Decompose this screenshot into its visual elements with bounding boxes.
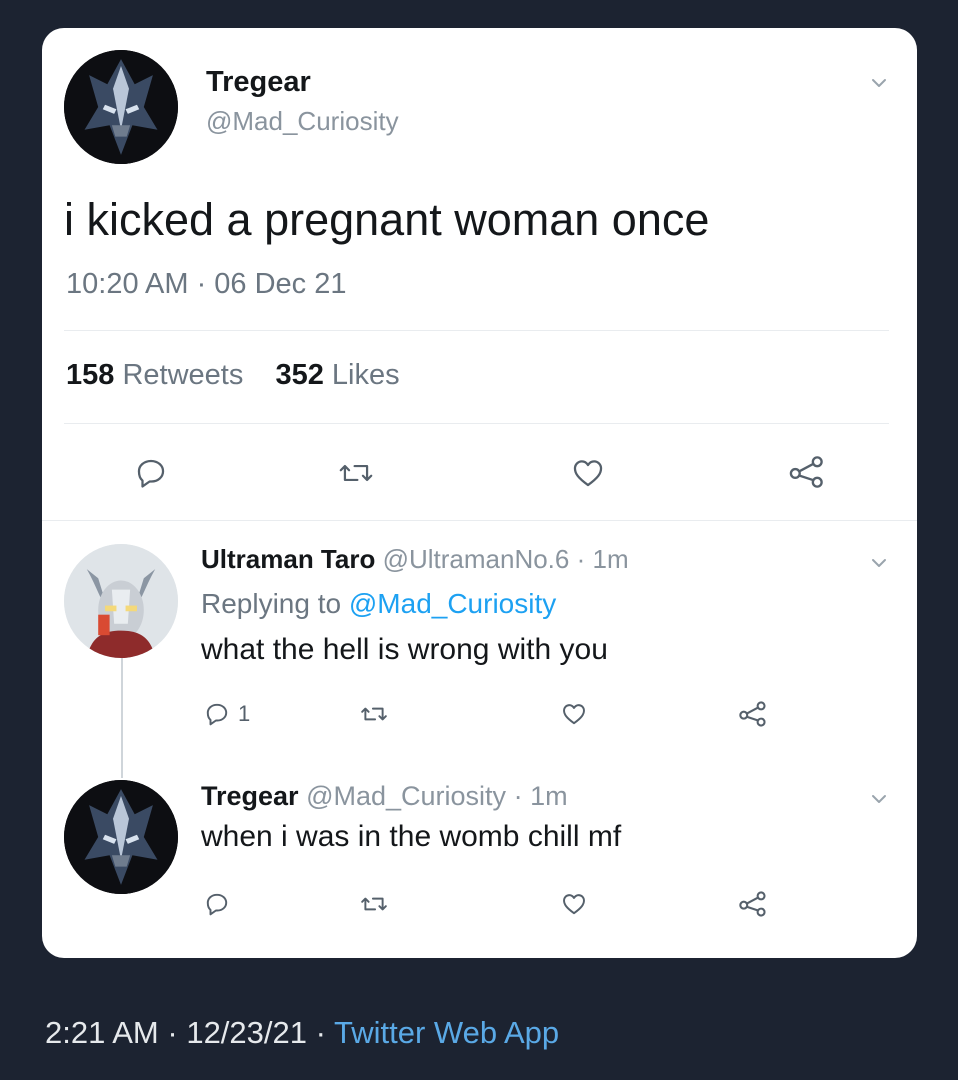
footer-date: 12/23/21: [186, 1015, 307, 1050]
footer-time: 2:21 AM: [45, 1015, 159, 1050]
replying-to-label: Replying to: [201, 588, 342, 619]
retweet-icon: [361, 897, 387, 911]
likes-stat[interactable]: 352 Likes: [275, 359, 399, 391]
avatar-image: [64, 780, 178, 894]
retweet-icon: [361, 707, 387, 721]
chevron-down-icon[interactable]: [870, 790, 888, 808]
reply-author-name[interactable]: Ultraman Taro: [201, 544, 375, 574]
reply-icon: [137, 459, 165, 488]
retweet-icon: [339, 464, 373, 482]
reply-button[interactable]: [204, 891, 230, 917]
heart-icon: [573, 460, 603, 487]
reply-time[interactable]: 1m: [593, 544, 629, 574]
heart-icon: [563, 894, 585, 915]
avatar[interactable]: [64, 544, 178, 658]
chevron-down-icon[interactable]: [870, 74, 888, 92]
author-handle[interactable]: @Mad_Curiosity: [206, 106, 399, 137]
reply-author-handle[interactable]: @UltramanNo.6: [383, 544, 570, 574]
thread-connector: [121, 656, 123, 778]
share-icon: [739, 891, 766, 917]
share-button[interactable]: [788, 454, 826, 490]
avatar-image: [64, 50, 178, 164]
avatar-image: [64, 544, 178, 658]
share-button[interactable]: [738, 890, 768, 918]
likes-label: Likes: [331, 359, 400, 391]
reply-button[interactable]: 1: [204, 701, 250, 727]
reply-button[interactable]: [134, 456, 168, 490]
retweets-label: Retweets: [122, 359, 244, 391]
author-name[interactable]: Tregear: [206, 66, 311, 99]
reply-text: what the hell is wrong with you: [201, 633, 608, 666]
tweet-text: i kicked a pregnant woman once: [64, 194, 710, 245]
tweet-stats: 158 Retweets 352 Likes: [66, 359, 400, 392]
separator: ·: [513, 781, 523, 811]
share-icon: [739, 701, 766, 727]
retweet-button[interactable]: [338, 456, 374, 490]
retweets-count: 158: [66, 359, 115, 391]
reply-icon: [206, 893, 228, 916]
avatar[interactable]: [64, 780, 178, 894]
like-button[interactable]: [560, 891, 588, 917]
retweet-button[interactable]: [360, 891, 388, 917]
reply-text: when i was in the womb chill mf: [201, 820, 622, 853]
retweet-button[interactable]: [360, 701, 388, 727]
chevron-down-icon[interactable]: [870, 554, 888, 572]
avatar[interactable]: [64, 50, 178, 164]
separator: ·: [315, 1015, 326, 1050]
heart-icon: [563, 704, 585, 725]
reply-author-handle[interactable]: @Mad_Curiosity: [306, 781, 506, 811]
reply-author-name[interactable]: Tregear: [201, 781, 299, 811]
tweet-footer: 2:21 AM · 12/23/21 · Twitter Web App: [45, 1015, 559, 1051]
reply-time[interactable]: 1m: [530, 781, 568, 811]
share-icon: [789, 456, 823, 488]
retweets-stat[interactable]: 158 Retweets: [66, 359, 243, 391]
tweet-timestamp[interactable]: 10:20 AM · 06 Dec 21: [66, 268, 347, 301]
separator: ·: [167, 1015, 178, 1050]
replying-to-link[interactable]: @Mad_Curiosity: [349, 588, 556, 619]
tweet-card: Tregear @Mad_Curiosity i kicked a pregna…: [42, 28, 917, 958]
reply-icon: [206, 703, 228, 726]
reply-count: 1: [238, 701, 251, 726]
replying-to: Replying to @Mad_Curiosity: [201, 588, 556, 620]
divider: [64, 423, 889, 424]
separator: ·: [576, 544, 586, 574]
likes-count: 352: [275, 359, 324, 391]
like-button[interactable]: [570, 456, 606, 490]
reply-header: Ultraman Taro @UltramanNo.6 · 1m: [201, 544, 629, 575]
divider: [42, 520, 917, 521]
divider: [64, 330, 889, 331]
share-button[interactable]: [738, 700, 768, 728]
like-button[interactable]: [560, 701, 588, 727]
reply-header: Tregear @Mad_Curiosity · 1m: [201, 781, 568, 812]
footer-app-link[interactable]: Twitter Web App: [334, 1015, 559, 1050]
